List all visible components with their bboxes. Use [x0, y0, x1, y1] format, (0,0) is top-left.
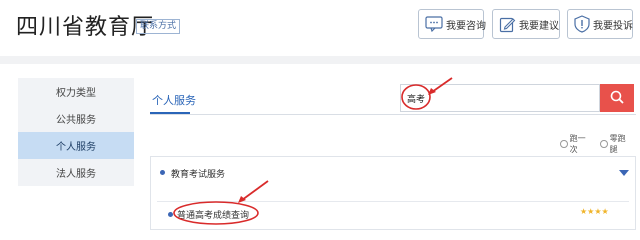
- consult-button-label: 我要咨询: [446, 20, 486, 32]
- chat-bubble-icon: [425, 15, 443, 33]
- panel-divider: [157, 201, 629, 202]
- service-panel: 教育考试服务 普通高考成绩查询: [150, 156, 636, 230]
- radio-run-once-label: 跑一次: [569, 134, 586, 154]
- suggest-button[interactable]: 我要建议: [492, 9, 560, 39]
- complain-button-label: 我要投诉: [593, 20, 633, 32]
- header-divider-band: [0, 56, 640, 64]
- radio-zero-run-label: 零跑腿: [609, 134, 626, 154]
- sidebar-item-legal-person-service[interactable]: 法人服务: [18, 159, 134, 186]
- consult-button[interactable]: 我要咨询: [418, 9, 486, 39]
- search-button[interactable]: [600, 84, 634, 112]
- radio-zero-run[interactable]: [600, 140, 608, 148]
- caret-down-icon[interactable]: [619, 170, 629, 176]
- sidebar: 权力类型 公共服务 个人服务 法人服务: [18, 78, 134, 186]
- radio-run-once[interactable]: [560, 140, 568, 148]
- sidebar-item-power-type[interactable]: 权力类型: [18, 78, 134, 105]
- sidebar-item-public-service[interactable]: 公共服务: [18, 105, 134, 132]
- rating-stars: ★★★★: [580, 207, 609, 216]
- tab-divider: [150, 114, 636, 115]
- filter-options: 跑一次 零跑腿: [560, 133, 640, 155]
- bullet-dot-icon: [160, 170, 165, 175]
- header-bar: 四川省教育厅 联系方式 我要咨询 我要建议 我要投诉: [0, 0, 640, 56]
- site-title: 四川省教育厅: [16, 15, 155, 40]
- suggest-button-label: 我要建议: [519, 20, 559, 32]
- complain-button[interactable]: 我要投诉: [567, 9, 633, 39]
- gaokao-score-query-link[interactable]: 普通高考成绩查询: [177, 208, 249, 221]
- contact-link[interactable]: 联系方式: [136, 19, 181, 34]
- panel-title: 教育考试服务: [171, 170, 226, 180]
- sidebar-item-personal-service[interactable]: 个人服务: [18, 132, 134, 159]
- search-box: [400, 84, 600, 112]
- bullet-dot-icon: [168, 212, 173, 217]
- panel-header[interactable]: 教育考试服务: [151, 157, 635, 187]
- search-input[interactable]: [407, 85, 593, 111]
- edit-icon: [499, 15, 516, 33]
- shield-alert-icon: [574, 15, 590, 33]
- tab-personal-service[interactable]: 个人服务: [152, 92, 196, 108]
- search-icon: [610, 90, 624, 107]
